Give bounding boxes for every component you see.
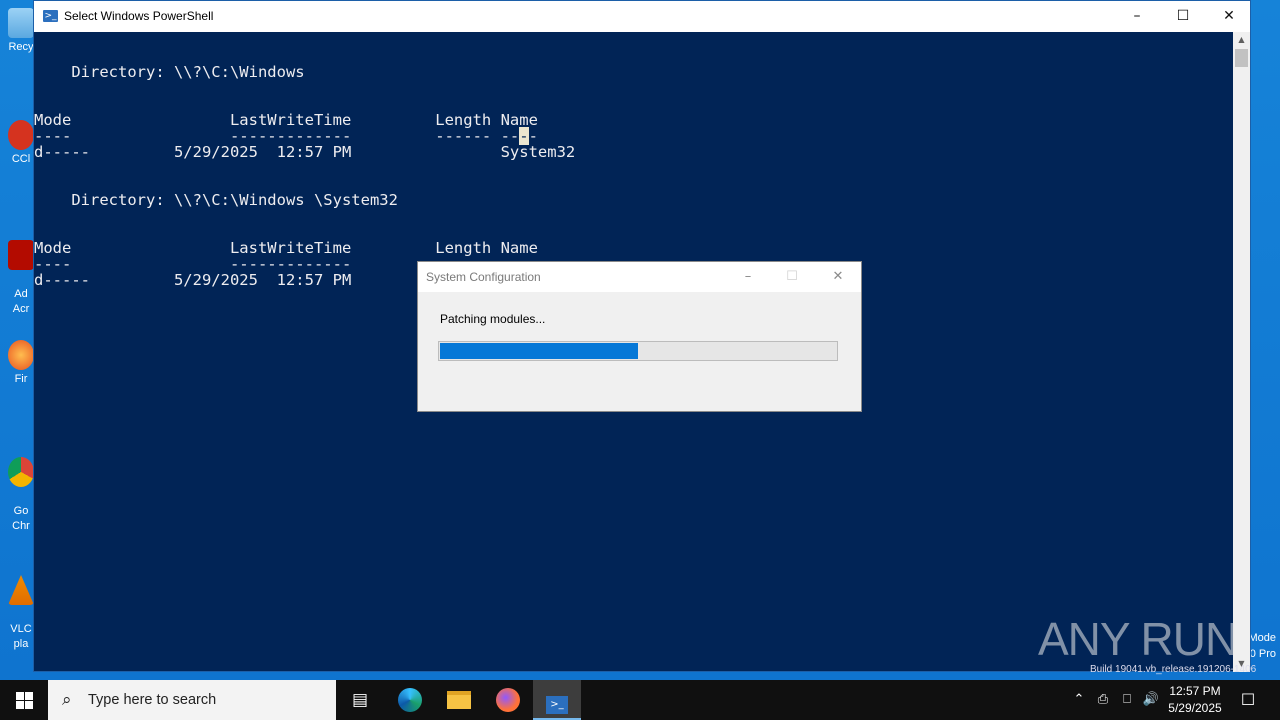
build-text: Build 19041.vb_release.191206-1406 — [1090, 664, 1257, 675]
desktop-icon-label: CCl — [11, 153, 31, 165]
search-placeholder: Type here to search — [88, 692, 217, 708]
maximize-button[interactable]: ☐ — [1160, 1, 1206, 31]
desktop-icon-label: Go Chr — [12, 505, 30, 532]
anyrun-watermark: ANY RUN — [1038, 613, 1238, 665]
console-line: ---- ------------- — [34, 255, 352, 273]
console-line: ---- ------------- ------ ---- — [34, 127, 538, 145]
windows-edition-text: Mode 0 Pro — [1248, 630, 1276, 662]
start-button[interactable] — [0, 680, 48, 720]
minimize-button[interactable]: – — [1114, 1, 1160, 31]
progress-bar — [438, 341, 838, 361]
vertical-scrollbar[interactable]: ▲ ▼ — [1233, 32, 1250, 672]
notifications-icon[interactable]: ☐ — [1234, 680, 1262, 720]
scrollbar-thumb[interactable] — [1235, 49, 1248, 67]
powershell-icon: >_ — [43, 10, 58, 22]
taskbar: ⌕ Type here to search ▤ >_ ⌃ ⎙ ⎕ 🔊 12:57… — [0, 680, 1280, 720]
clock-time: 12:57 PM — [1169, 684, 1221, 698]
search-icon: ⌕ — [62, 690, 72, 710]
edition-line-1: Mode — [1248, 632, 1276, 644]
file-explorer-taskbar-button[interactable] — [435, 680, 483, 720]
chrome-icon — [8, 457, 34, 487]
windows-logo-pane — [25, 701, 33, 709]
desktop-icon-label: Fir — [14, 373, 28, 385]
vlc-icon — [8, 575, 34, 605]
desktop-icon-vlc[interactable]: VLC pla — [6, 560, 36, 652]
windows-logo-pane — [16, 701, 24, 709]
edge-taskbar-button[interactable] — [386, 680, 434, 720]
network-icon[interactable]: ⎕ — [1116, 680, 1138, 720]
acrobat-icon — [8, 240, 34, 270]
console-line: Mode LastWriteTime Length Name — [34, 239, 538, 257]
desktop-icon-label: VLC pla — [10, 623, 32, 650]
scroll-up-icon[interactable]: ▲ — [1233, 32, 1250, 48]
console-line: d----- 5/29/2025 12:57 PM System32 — [34, 143, 576, 161]
ccleaner-icon — [8, 120, 34, 150]
dialog-title: System Configuration — [426, 270, 541, 284]
dialog-titlebar[interactable]: System Configuration – ☐ ✕ — [418, 262, 861, 292]
console-line: Mode LastWriteTime Length Name — [34, 111, 538, 129]
firefox-icon — [8, 340, 34, 370]
system-configuration-dialog[interactable]: System Configuration – ☐ ✕ Patching modu… — [417, 261, 862, 412]
firefox-icon — [496, 688, 520, 712]
edge-icon — [398, 688, 422, 712]
dialog-maximize-button: ☐ — [786, 269, 798, 284]
powershell-taskbar-button[interactable]: >_ — [533, 680, 581, 720]
folder-icon — [447, 691, 471, 709]
windows-logo-icon — [16, 692, 24, 700]
console-line: Directory: \\?\C:\Windows \System32 — [34, 191, 398, 209]
edition-line-2: 0 Pro — [1249, 648, 1276, 660]
clock-date: 5/29/2025 — [1168, 701, 1222, 715]
network-security-icon[interactable]: ⎙ — [1092, 680, 1114, 720]
desktop-icon-firefox[interactable]: Fir — [6, 340, 36, 387]
desktop-icon-ccleaner[interactable]: CCl — [6, 120, 36, 167]
desktop-icon-label: Ad Acr — [12, 288, 30, 315]
volume-icon[interactable]: 🔊 — [1140, 680, 1162, 720]
desktop-icon-label: Recy — [8, 41, 34, 53]
powershell-icon: >_ — [546, 696, 568, 714]
close-button[interactable]: ✕ — [1206, 1, 1252, 31]
windows-logo-pane — [25, 692, 33, 700]
dialog-message: Patching modules... — [440, 312, 546, 326]
recycle-bin-icon — [8, 8, 34, 38]
window-title: Select Windows PowerShell — [64, 9, 214, 23]
taskbar-search-box[interactable]: ⌕ Type here to search — [48, 680, 336, 720]
desktop-icon-chrome[interactable]: Go Chr — [6, 442, 36, 534]
desktop-icon-recycle-bin[interactable]: Recy — [6, 8, 36, 55]
taskbar-clock[interactable]: 12:57 PM 5/29/2025 — [1160, 683, 1230, 717]
progress-fill — [440, 343, 638, 359]
powershell-titlebar[interactable]: >_ Select Windows PowerShell – ☐ ✕ — [34, 1, 1250, 32]
dialog-close-button[interactable]: ✕ — [816, 262, 860, 291]
desktop-icon-adobe-acrobat[interactable]: Ad Acr — [6, 225, 36, 317]
console-line: Directory: \\?\C:\Windows — [34, 63, 305, 81]
show-hidden-icons-icon[interactable]: ⌃ — [1068, 680, 1090, 720]
task-view-button[interactable]: ▤ — [336, 680, 384, 720]
firefox-taskbar-button[interactable] — [484, 680, 532, 720]
dialog-minimize-button[interactable]: – — [726, 262, 770, 291]
console-line: d----- 5/29/2025 12:57 PM — [34, 271, 352, 289]
